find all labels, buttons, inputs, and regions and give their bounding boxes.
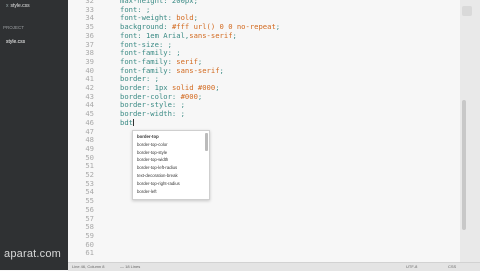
code-token: #000 (180, 91, 198, 101)
line-number: 61 (85, 248, 94, 258)
text-cursor (132, 119, 134, 127)
code-token: ; (197, 91, 203, 101)
code-token: bold (176, 13, 194, 23)
code-token: background: (120, 22, 172, 32)
code-token: solid #000 (171, 83, 216, 92)
autocomplete-item[interactable]: border-left (137, 188, 157, 195)
open-file-tab[interactable]: x style.css (6, 2, 60, 10)
code-token: sans-serif (189, 30, 233, 40)
line-count: — 18 Lines (120, 264, 141, 269)
autocomplete-item[interactable]: border-top-style (137, 149, 167, 156)
code-line[interactable]: bdt (120, 117, 134, 128)
code-token: font-family: ; (120, 48, 181, 58)
code-token: font-family: (120, 56, 177, 66)
code-token: font: ; (120, 4, 151, 14)
autocomplete-item[interactable]: border-top (137, 133, 159, 140)
language-label[interactable]: CSS (448, 264, 456, 269)
code-token: ; (197, 56, 203, 66)
autocomplete-popup[interactable]: border-top border-top-color border-top-sty… (132, 130, 210, 200)
code-token: border-style: ; (120, 100, 185, 110)
autocomplete-item[interactable]: text-decoration-break (137, 172, 178, 179)
sidebar-item-style-css[interactable]: style.css (6, 39, 25, 45)
close-icon[interactable]: x (6, 3, 9, 9)
autocomplete-item[interactable]: border-top-left-radius (137, 164, 177, 171)
code-token: ; (275, 22, 281, 32)
code-token: sans-serif (176, 65, 220, 75)
code-token: font: 1em Arial, (120, 30, 190, 40)
code-token: ; (193, 13, 198, 23)
open-file-label: style.css (10, 3, 30, 9)
autocomplete-scrollbar[interactable] (205, 133, 208, 151)
cursor-position: Line 46, Column 8 (72, 264, 105, 269)
code-token: bdt (120, 117, 133, 127)
code-token: border-width: ; (120, 109, 185, 119)
code-token: ; (219, 65, 224, 75)
autocomplete-item[interactable]: border-top-color (137, 141, 168, 148)
line-number-gutter: 32 33 34 35 36 37 38 39 40 41 42 43 44 45 46 47 48 49 50 51… (68, 0, 98, 262)
sidebar: x style.css PROJECT style.css aparat.com (0, 0, 68, 270)
encoding-label[interactable]: UTF-8 (406, 264, 417, 269)
code-token: font-size: ; (120, 39, 172, 49)
code-token: border: ; (120, 74, 159, 84)
code-token: #fff url() 0 0 no-repeat (171, 22, 276, 32)
code-token: font-family: (120, 65, 177, 75)
autocomplete-item[interactable]: border-top-width (137, 156, 168, 163)
code-token: serif (176, 56, 198, 66)
sidebar-group-label: PROJECT (3, 25, 25, 30)
minimap-toggle[interactable] (462, 6, 472, 16)
code-token: font-weight: (120, 13, 177, 23)
code-token: border-color: (120, 91, 181, 101)
scrollbar-thumb[interactable] (462, 100, 466, 230)
code-token: border: 1px (120, 83, 172, 92)
code-token: ; (232, 30, 237, 40)
watermark-logo: aparat.com (4, 248, 62, 260)
code-token: ; (215, 83, 220, 92)
autocomplete-item[interactable]: border-top-right-radius (137, 180, 180, 187)
